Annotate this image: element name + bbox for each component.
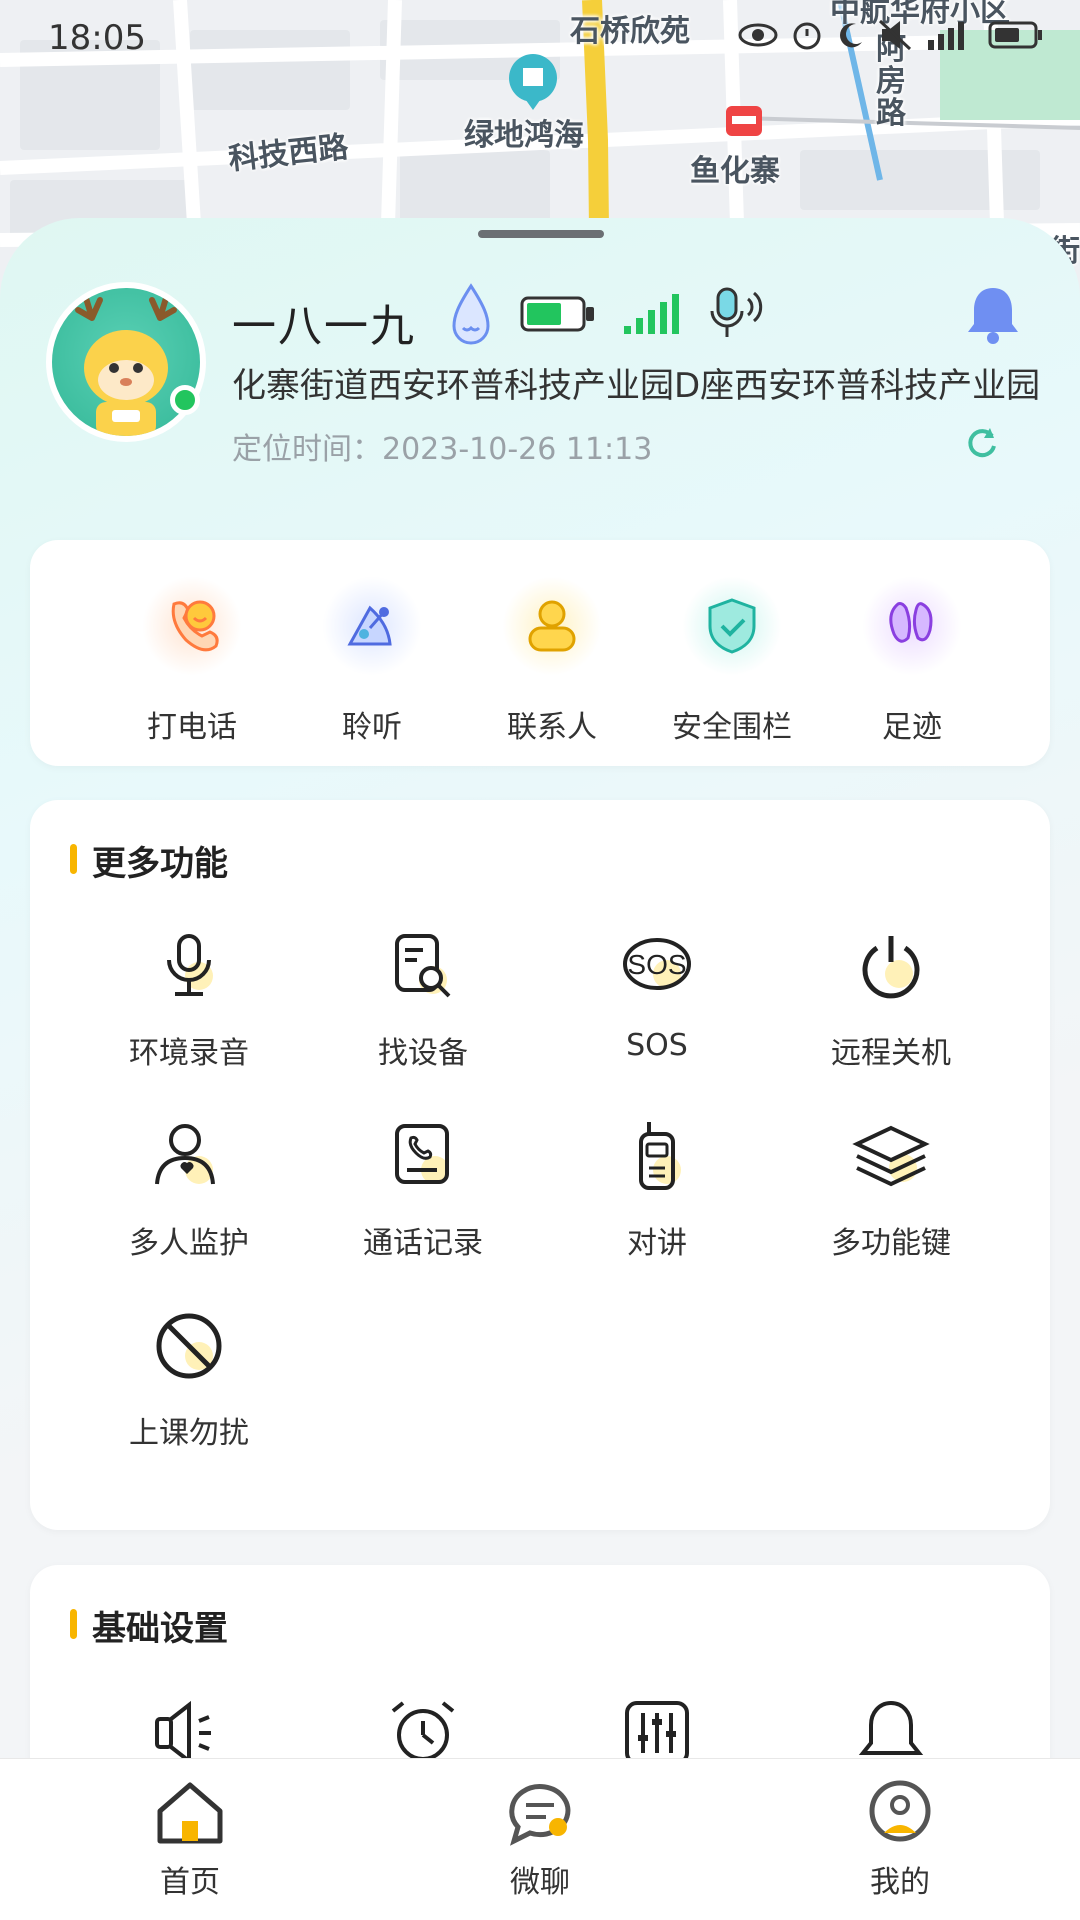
function-class-dnd[interactable]: 上课勿扰	[74, 1308, 304, 1452]
walkie-talkie-icon	[639, 1122, 681, 1190]
layers-icon	[852, 1125, 930, 1187]
nav-label: 微聊	[510, 1865, 570, 1900]
guardian-icon	[155, 1124, 215, 1185]
nav-chat[interactable]: 微聊	[440, 1777, 640, 1901]
quick-action-label: 联系人	[507, 710, 597, 745]
quick-action-contacts[interactable]: 联系人	[462, 576, 642, 746]
function-multi-guardian[interactable]: 多人监护	[74, 1118, 304, 1262]
mute-icon	[878, 19, 912, 51]
function-sos[interactable]: SOS SOS	[542, 928, 772, 1063]
footprint-icon	[862, 576, 962, 676]
function-label: 环境录音	[129, 1036, 249, 1071]
function-label: 多人监护	[129, 1226, 249, 1261]
quick-action-footprint[interactable]: 足迹	[822, 576, 1002, 746]
power-icon	[862, 936, 920, 999]
device-status-icons	[448, 282, 768, 346]
phone-icon	[142, 576, 242, 676]
sos-icon-text: SOS	[627, 949, 686, 980]
quick-action-geofence[interactable]: 安全围栏	[642, 576, 822, 746]
home-icon	[157, 1782, 223, 1844]
nav-profile[interactable]: 我的	[800, 1777, 1000, 1901]
sos-icon: SOS	[623, 938, 691, 990]
eye-icon	[738, 23, 778, 47]
function-label: 多功能键	[831, 1226, 951, 1261]
signal-strength-icon	[624, 294, 679, 334]
quick-action-label: 足迹	[882, 710, 942, 745]
satellite-icon	[322, 576, 422, 676]
battery-status-icon	[988, 21, 1042, 49]
map-label: 绿地鸿海	[464, 118, 584, 153]
quick-action-listen[interactable]: 聆听	[282, 576, 462, 746]
function-label: 找设备	[378, 1036, 468, 1071]
bottom-nav: 首页 微聊 我的	[0, 1758, 1080, 1920]
function-label: 对讲	[627, 1226, 687, 1261]
function-label: 通话记录	[363, 1226, 483, 1261]
function-remote-shutdown[interactable]: 远程关机	[776, 928, 1006, 1072]
quick-actions-card: 打电话 聆听 联系人 安全围栏 足迹	[30, 540, 1050, 766]
microphone-icon	[167, 934, 213, 996]
function-multi-key[interactable]: 多功能键	[776, 1118, 1006, 1262]
function-label: 上课勿扰	[129, 1416, 249, 1451]
profile-icon	[869, 1780, 931, 1842]
location-time: 定位时间：2023-10-26 11:13	[232, 432, 653, 467]
voice-icon	[710, 287, 763, 337]
device-address: 化寨街道西安环普科技产业园D座西安环普科技产业园	[232, 366, 1040, 406]
quick-action-label: 聆听	[342, 710, 402, 745]
quick-action-label: 安全围栏	[672, 710, 792, 745]
quick-action-call[interactable]: 打电话	[102, 576, 282, 746]
function-intercom[interactable]: 对讲	[542, 1118, 772, 1262]
nav-label: 我的	[870, 1865, 930, 1900]
signal-icon	[928, 22, 964, 50]
avatar[interactable]	[46, 282, 206, 442]
contact-icon	[502, 576, 602, 676]
nav-home[interactable]: 首页	[90, 1777, 290, 1901]
status-time: 18:05	[48, 18, 146, 58]
drag-handle[interactable]	[478, 230, 604, 238]
shield-icon	[682, 576, 782, 676]
function-call-log[interactable]: 通话记录	[308, 1118, 538, 1262]
status-icons	[738, 18, 1044, 52]
quick-action-label: 打电话	[147, 710, 237, 745]
map-label: 石桥欣苑	[570, 14, 690, 49]
battery-icon	[520, 296, 594, 332]
section-title: 基础设置	[70, 1601, 228, 1650]
device-name[interactable]: 一八一九	[232, 290, 416, 354]
function-label: 远程关机	[831, 1036, 951, 1071]
nav-label: 首页	[160, 1865, 220, 1900]
refresh-icon[interactable]	[964, 424, 1000, 464]
alarm-icon	[793, 22, 821, 50]
call-log-icon	[395, 1124, 449, 1184]
deer-mascot-icon	[75, 295, 177, 436]
notification-bell-icon[interactable]	[960, 282, 1026, 352]
do-not-disturb-icon	[156, 1313, 222, 1379]
more-functions-card: 更多功能 环境录音 找设备 SOS SOS 远程关机 多人监护 通话记录 对讲 …	[30, 800, 1050, 1530]
chat-icon	[509, 1784, 571, 1846]
moon-icon	[840, 23, 862, 48]
function-label: SOS	[626, 1028, 688, 1063]
map-label: 鱼化寨	[690, 154, 780, 189]
online-status-dot	[170, 385, 200, 415]
function-ambient-recording[interactable]: 环境录音	[74, 928, 304, 1072]
section-title: 更多功能	[70, 836, 228, 885]
find-device-icon	[395, 934, 451, 998]
water-drop-icon	[452, 283, 490, 345]
function-find-device[interactable]: 找设备	[308, 928, 538, 1072]
